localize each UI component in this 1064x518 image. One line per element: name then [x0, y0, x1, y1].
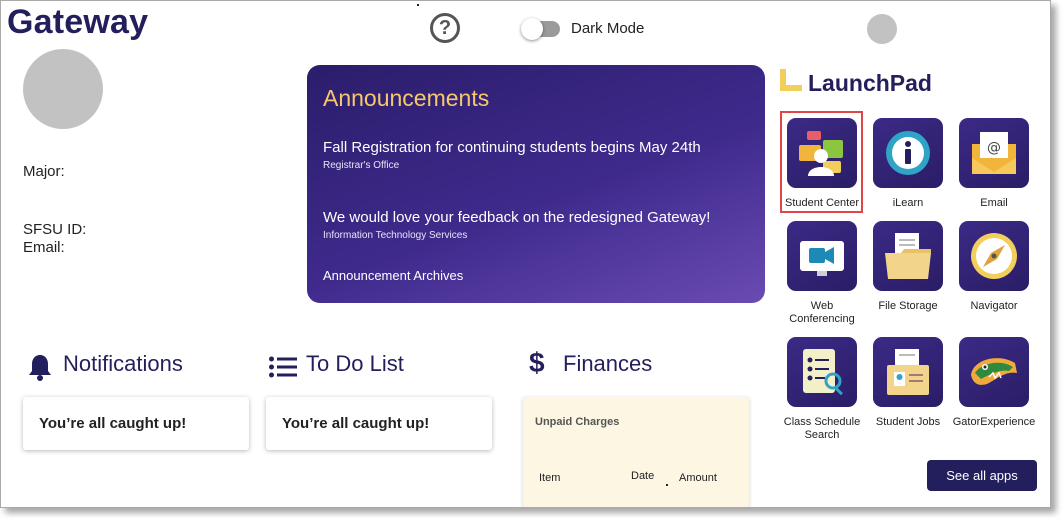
launchpad-logo-icon [780, 69, 802, 91]
student-center-highlight [780, 111, 863, 213]
dollar-icon: $ [529, 347, 545, 378]
launchpad-title: LaunchPad [808, 70, 932, 96]
question-circle-icon[interactable]: ? [430, 13, 460, 43]
todo-card: You’re all caught up! [266, 397, 492, 450]
finances-title: Finances [563, 351, 653, 376]
ilearn-info-icon [873, 118, 943, 188]
announcement-source: Registrar's Office [323, 160, 400, 171]
app-label: Navigator [970, 300, 1018, 312]
app-gatorexperience[interactable]: GatorExperience [951, 337, 1037, 429]
profile-avatar [23, 49, 103, 129]
app-label: GatorExperience [952, 416, 1036, 428]
app-ilearn[interactable]: iLearn [865, 118, 951, 210]
stray-dot [417, 4, 419, 6]
column-header-date: Date [631, 470, 655, 482]
user-avatar-icon[interactable] [867, 14, 897, 44]
brand-title[interactable]: Gateway [7, 3, 148, 42]
announcements-panel: Announcements Fall Registration for cont… [307, 65, 765, 303]
app-file-storage[interactable]: File Storage [865, 221, 951, 313]
notifications-title: Notifications [63, 351, 183, 376]
gateway-window: Gateway ? Dark Mode Major: SFSU ID: Emai… [0, 0, 1051, 508]
compass-icon [959, 221, 1029, 291]
announcements-title: Announcements [323, 85, 490, 111]
email-envelope-icon: @ [959, 118, 1029, 188]
list-icon [269, 356, 297, 378]
major-label: Major: [23, 163, 65, 180]
app-label: Student Jobs [875, 416, 941, 428]
app-navigator[interactable]: Navigator [951, 221, 1037, 313]
notifications-message: You’re all caught up! [39, 415, 187, 432]
app-web-conferencing[interactable]: Web Conferencing [779, 221, 865, 326]
folder-icon [873, 221, 943, 291]
unpaid-charges-title: Unpaid Charges [535, 416, 620, 428]
announcement-item[interactable]: We would love your feedback on the redes… [323, 206, 753, 241]
app-label: Web Conferencing [789, 300, 855, 325]
video-camera-icon [787, 221, 857, 291]
see-all-apps-button[interactable]: See all apps [927, 460, 1037, 491]
column-header-item: Item [539, 472, 561, 484]
app-label: iLearn [892, 197, 924, 209]
id-card-folder-icon [873, 337, 943, 407]
app-label: Email [980, 197, 1008, 209]
unpaid-charges-panel: Unpaid Charges Item Date Amount [523, 397, 749, 507]
dark-mode-toggle[interactable] [521, 18, 560, 40]
app-student-jobs[interactable]: Student Jobs [865, 337, 951, 429]
notifications-card: You’re all caught up! [23, 397, 249, 450]
app-class-schedule-search[interactable]: Class Schedule Search [779, 337, 865, 442]
app-label: File Storage [878, 300, 938, 312]
announcement-headline: We would love your feedback on the redes… [323, 209, 711, 226]
app-label: Class Schedule Search [783, 416, 861, 441]
announcement-archives-link[interactable]: Announcement Archives [323, 268, 463, 283]
table-dot [666, 484, 668, 486]
app-email[interactable]: @ Email [951, 118, 1037, 210]
announcement-item[interactable]: Fall Registration for continuing student… [323, 136, 743, 171]
svg-text:@: @ [987, 140, 1001, 156]
todo-message: You’re all caught up! [282, 415, 430, 432]
toggle-knob [521, 18, 543, 40]
gator-icon [959, 337, 1029, 407]
sfsu-id-label: SFSU ID: [23, 221, 87, 238]
announcement-source: Information Technology Services [323, 230, 468, 241]
bell-icon [29, 355, 51, 381]
announcement-headline: Fall Registration for continuing student… [323, 139, 701, 156]
column-header-amount: Amount [679, 472, 717, 484]
email-label: Email: [23, 239, 65, 256]
todo-title: To Do List [306, 351, 404, 376]
dark-mode-label: Dark Mode [571, 20, 645, 37]
schedule-search-icon [787, 337, 857, 407]
